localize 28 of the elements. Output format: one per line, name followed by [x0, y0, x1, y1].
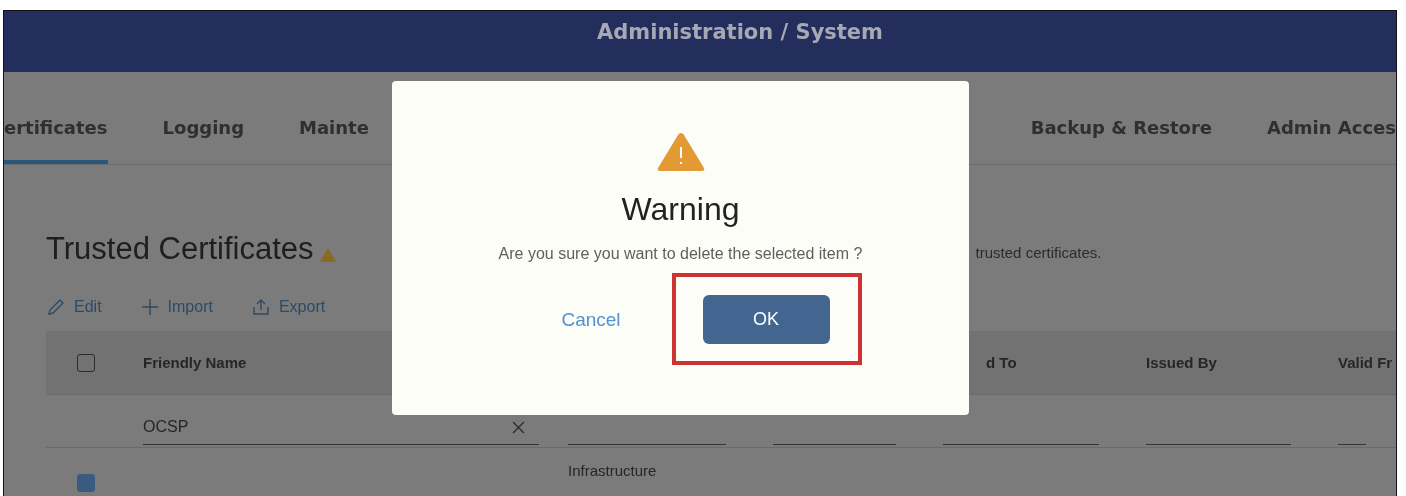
warning-icon	[319, 248, 336, 262]
tab[interactable]: Admin Acces	[1267, 72, 1396, 164]
table-cell: Infrastructure	[568, 462, 657, 479]
page-note: trusted certificates.	[975, 244, 1102, 261]
clear-icon[interactable]	[512, 420, 525, 434]
dialog-message: Are you sure you want to delete the selected item ?	[498, 245, 863, 263]
column-header[interactable]: Valid Fr	[1338, 354, 1393, 371]
row-checkbox[interactable]	[77, 474, 95, 492]
cancel-button[interactable]: Cancel	[561, 308, 621, 331]
upload-icon	[250, 297, 271, 317]
column-header[interactable]: Issued By	[1146, 354, 1217, 371]
tab[interactable]: ertificates	[4, 72, 108, 164]
ok-button[interactable]: OK	[702, 295, 830, 344]
edit-button[interactable]: Edit	[46, 297, 102, 317]
tab[interactable]: Logging	[162, 72, 245, 164]
pencil-icon	[46, 297, 66, 317]
dialog-title: Warning	[621, 191, 740, 228]
select-all-checkbox[interactable]	[77, 353, 95, 372]
column-header[interactable]: d To	[986, 354, 1017, 371]
import-button[interactable]: Import	[139, 297, 213, 317]
page-title: Trusted Certificates	[46, 231, 314, 267]
export-button[interactable]: Export	[250, 297, 326, 317]
warning-icon	[655, 131, 706, 173]
plus-icon	[139, 297, 160, 317]
tab[interactable]: Backup & Restore	[1030, 72, 1212, 164]
page-header-title: Administration / System	[597, 19, 883, 44]
tab[interactable]: Mainte	[299, 72, 369, 164]
column-header[interactable]: Friendly Name	[143, 354, 247, 371]
